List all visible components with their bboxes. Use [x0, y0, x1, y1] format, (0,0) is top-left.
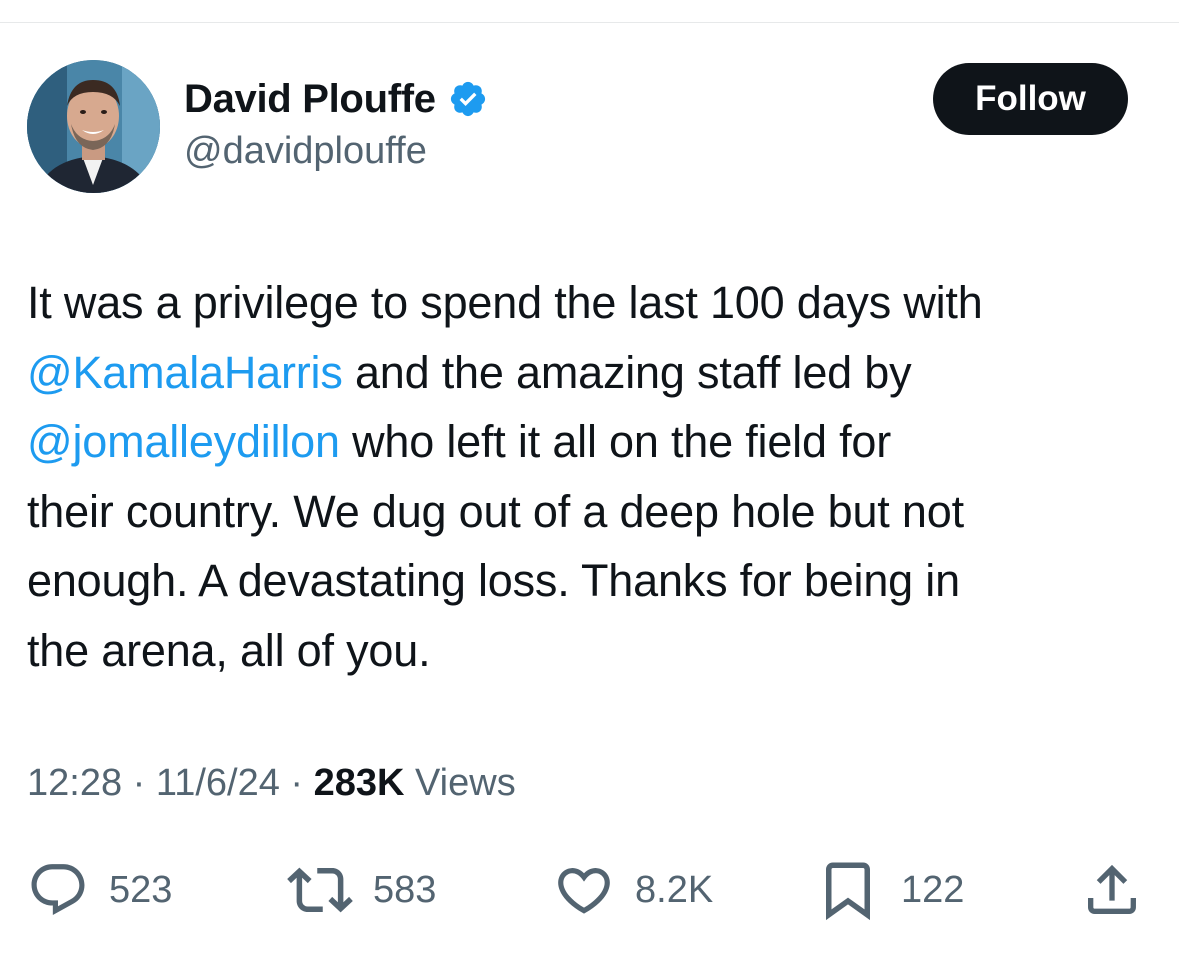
author-name-row: David Plouffe — [184, 74, 488, 124]
verified-badge-icon[interactable] — [448, 79, 488, 119]
tweet-text-line: @jomalleydillon who left it all on the f… — [27, 407, 1157, 477]
views-count[interactable]: 283K — [314, 762, 405, 804]
tweet-text-segment: their country. We dug out of a deep hole… — [27, 485, 964, 537]
mention-link[interactable]: @KamalaHarris — [27, 347, 343, 398]
tweet-text-line: the arena, all of you. — [27, 616, 1157, 686]
repost-button[interactable]: 583 — [287, 855, 436, 925]
share-icon — [1080, 858, 1144, 922]
bookmark-icon — [815, 857, 881, 923]
meta-separator: · — [122, 762, 156, 804]
tweet-page: David Plouffe @davidplouffe Follow It wa… — [0, 0, 1179, 959]
bookmark-button[interactable]: 122 — [815, 855, 964, 925]
tweet-text-segment: the arena, all of you. — [27, 624, 431, 676]
action-bar: 523 583 8.2K 122 — [0, 855, 1179, 925]
mention-link[interactable]: @jomalleydillon — [27, 416, 340, 467]
tweet-text-line: their country. We dug out of a deep hole… — [27, 477, 1157, 547]
tweet-text-line: @KamalaHarris and the amazing staff led … — [27, 338, 1157, 408]
reply-icon — [27, 859, 89, 921]
heart-icon — [553, 859, 615, 921]
avatar-photo — [27, 60, 160, 193]
tweet-date[interactable]: 11/6/24 — [156, 762, 280, 804]
follow-button[interactable]: Follow — [933, 63, 1128, 135]
views-label: Views — [404, 762, 516, 804]
bookmark-count: 122 — [901, 868, 965, 911]
author-handle[interactable]: @davidplouffe — [184, 130, 427, 173]
like-count: 8.2K — [635, 868, 714, 911]
tweet-text-segment: enough. A devastating loss. Thanks for b… — [27, 555, 960, 606]
reply-button[interactable]: 523 — [27, 855, 172, 925]
tweet-text-segment: and the amazing staff led by — [342, 346, 912, 398]
tweet-time[interactable]: 12:28 — [27, 762, 122, 804]
avatar[interactable] — [27, 60, 160, 193]
reply-count: 523 — [109, 868, 173, 911]
tweet-meta: 12:28 · 11/6/24 · 283K Views — [27, 762, 516, 805]
repost-icon — [287, 857, 353, 923]
tweet-text-segment: who left it all on the field for — [339, 416, 892, 467]
divider — [0, 22, 1179, 23]
share-button[interactable] — [1080, 855, 1144, 925]
tweet-text-line: It was a privilege to spend the last 100… — [27, 268, 1157, 338]
like-button[interactable]: 8.2K — [553, 855, 713, 925]
tweet-text-segment: It was a privilege to spend the last 100… — [27, 277, 983, 328]
repost-count: 583 — [373, 868, 437, 911]
author-display-name[interactable]: David Plouffe — [184, 77, 436, 122]
tweet-text: It was a privilege to spend the last 100… — [27, 268, 1157, 685]
meta-separator: · — [279, 762, 314, 804]
tweet-text-line: enough. A devastating loss. Thanks for b… — [27, 546, 1157, 616]
